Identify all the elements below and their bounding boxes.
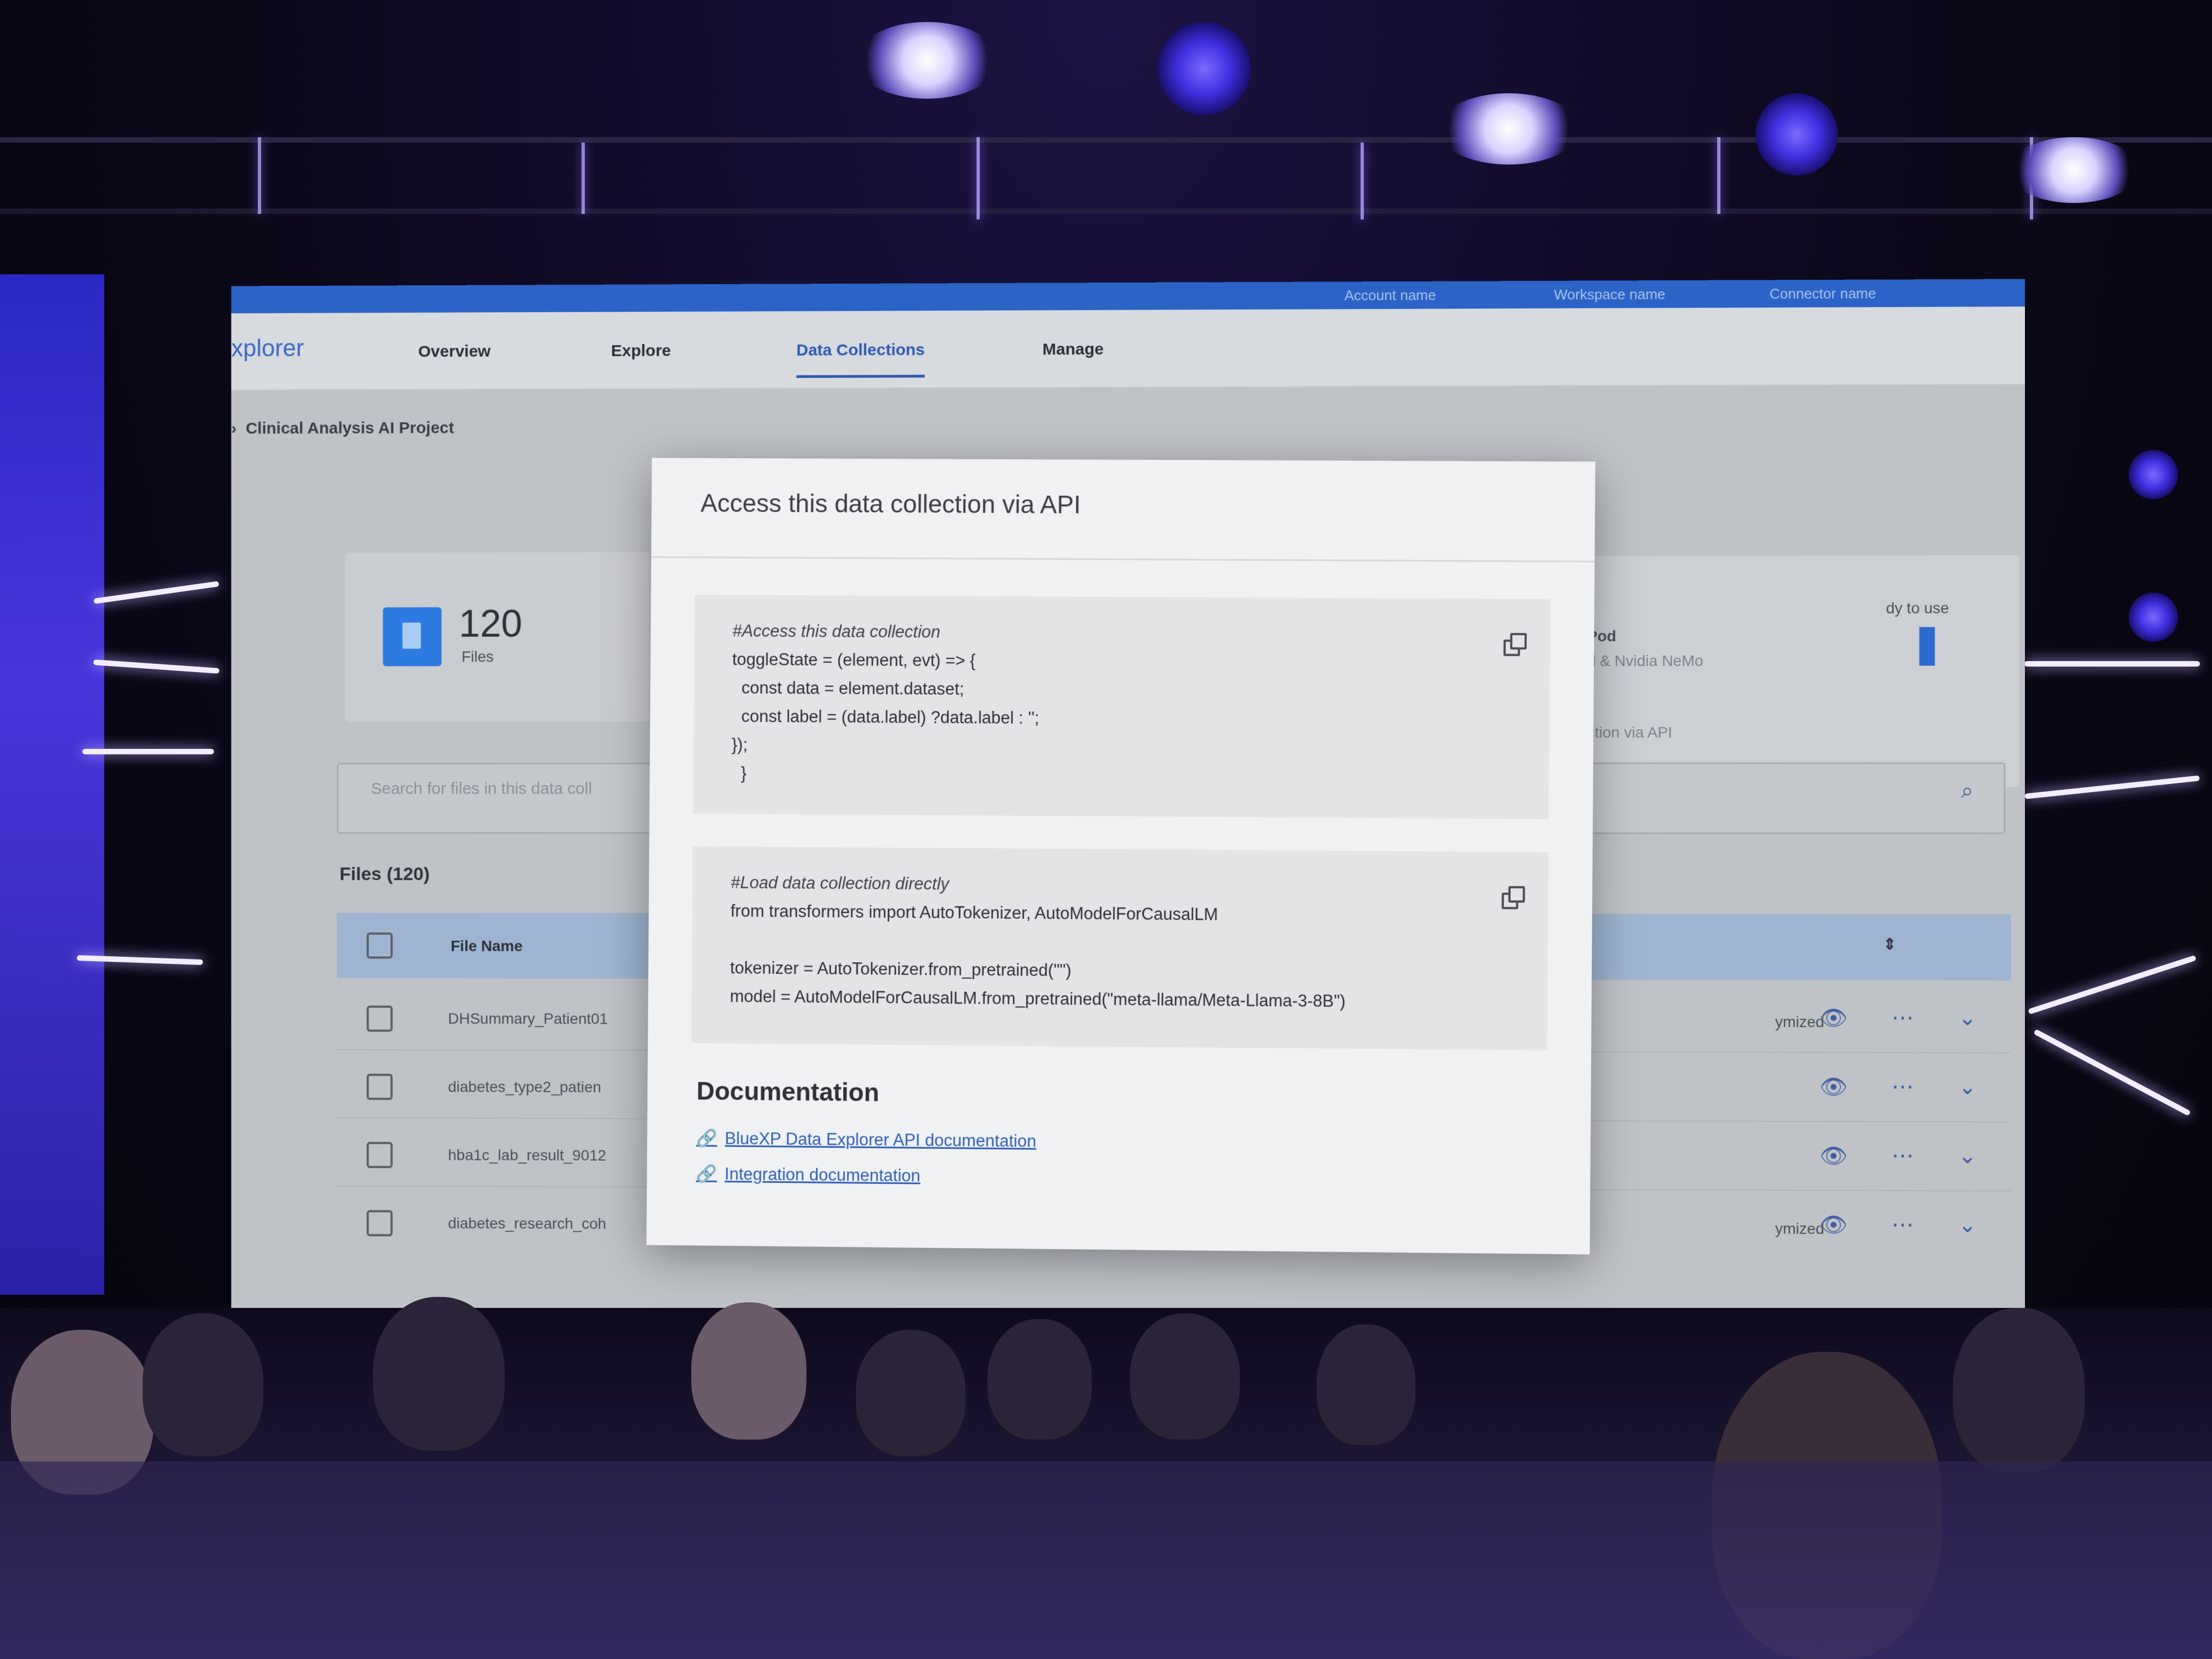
eye-icon[interactable]: 👁 (1819, 1074, 1847, 1100)
code-block-load: #Load data collection directly from tran… (691, 846, 1549, 1051)
files-stat-card: 120 Files (345, 552, 650, 722)
workspace-card: dy to use Pod d & Nvidia NeMo ction via … (1565, 555, 2019, 787)
files-count: 120 (459, 602, 523, 645)
account-name[interactable]: Account name (1345, 287, 1436, 304)
tab-overview[interactable]: Overview (418, 342, 490, 361)
api-docs-link[interactable]: 🔗 BlueXP Data Explorer API documentation (696, 1128, 1036, 1152)
file-icon (382, 607, 442, 667)
modal-title: Access this data collection via API (700, 488, 1081, 519)
more-horizontal-icon[interactable]: ⋯ (1892, 1005, 1914, 1030)
divider (651, 556, 1595, 563)
neon-strip (2024, 661, 2200, 667)
code-comment: #Access this data collection (732, 621, 941, 642)
row-checkbox[interactable] (366, 1210, 393, 1237)
more-horizontal-icon[interactable]: ⋯ (1892, 1212, 1914, 1237)
code-line: from transformers import AutoTokenizer, … (730, 901, 1218, 924)
file-name[interactable]: diabetes_research_coh (448, 1215, 606, 1233)
more-horizontal-icon[interactable]: ⋯ (1892, 1074, 1914, 1099)
files-label: Files (461, 648, 494, 665)
chevron-down-icon[interactable]: ⌄ (1958, 1212, 1977, 1238)
column-file-name[interactable]: File Name (451, 938, 523, 955)
primary-button[interactable] (1919, 627, 1935, 666)
audience (0, 1297, 2212, 1659)
app-brand: xplorer (231, 335, 304, 362)
stage-light (1158, 22, 1251, 115)
more-horizontal-icon[interactable]: ⋯ (1892, 1143, 1914, 1169)
row-checkbox[interactable] (366, 1142, 393, 1169)
tab-manage[interactable]: Manage (1042, 340, 1104, 359)
code-line: }); (731, 735, 748, 754)
nav-bar: xplorer Overview Explore Data Collection… (231, 306, 2025, 391)
file-name[interactable]: DHSummary_Patient01 (448, 1010, 608, 1028)
link-icon: 🔗 (696, 1128, 718, 1148)
row-checkbox[interactable] (366, 1005, 393, 1032)
chevron-down-icon[interactable]: ⌄ (1958, 1074, 1977, 1099)
breadcrumb-current[interactable]: Clinical Analysis AI Project (246, 419, 454, 438)
api-link[interactable]: ction via API (1587, 724, 1672, 741)
stage-light (2008, 137, 2140, 203)
breadcrumb: › Clinical Analysis AI Project (231, 419, 454, 438)
code-line: tokenizer = AutoTokenizer.from_pretraine… (730, 958, 1071, 980)
select-all-checkbox[interactable] (366, 932, 393, 959)
workspace-name[interactable]: Workspace name (1554, 286, 1665, 303)
stage-light (1756, 93, 1838, 176)
code-line: const label = (data.label) ?data.label :… (731, 706, 1040, 728)
link-icon: 🔗 (696, 1164, 718, 1184)
eye-icon[interactable]: 👁 (1819, 1005, 1847, 1031)
sort-icon[interactable]: ⇕ (1883, 935, 1897, 953)
ready-label: dy to use (1886, 599, 1949, 617)
api-access-modal: Access this data collection via API #Acc… (646, 458, 1595, 1255)
stage-light (2129, 450, 2178, 499)
lighting-truss (0, 0, 2212, 642)
integration-docs-link-label[interactable]: Integration documentation (725, 1164, 921, 1185)
chevron-down-icon[interactable]: ⌄ (1958, 1005, 1977, 1030)
code-block-access: #Access this data collection toggleState… (693, 595, 1550, 820)
code-line: toggleState = (element, evt) => { (732, 650, 976, 670)
integration-docs-link[interactable]: 🔗 Integration documentation (696, 1164, 920, 1186)
connector-name[interactable]: Connector name (1770, 285, 1876, 303)
code-line: } (731, 763, 747, 783)
search-icon[interactable]: ⌕ (1961, 779, 1973, 804)
stage-light (1437, 93, 1580, 165)
stage-light (2129, 592, 2178, 642)
copy-icon[interactable] (1503, 633, 1528, 657)
eye-icon[interactable]: 👁 (1819, 1143, 1847, 1169)
chevron-right-icon: › (231, 419, 246, 438)
file-name[interactable]: hba1c_lab_result_9012 (448, 1147, 606, 1165)
neon-strip (82, 749, 214, 754)
tab-data-collections[interactable]: Data Collections (796, 341, 925, 378)
files-heading: Files (120) (339, 864, 430, 885)
code-line: const data = element.dataset; (732, 678, 964, 699)
copy-icon[interactable] (1502, 886, 1526, 910)
pod-subtitle: d & Nvidia NeMo (1587, 652, 1703, 670)
tab-explore[interactable]: Explore (611, 342, 671, 360)
row-status: ymized (1775, 1013, 1825, 1031)
chevron-down-icon[interactable]: ⌄ (1958, 1143, 1977, 1169)
documentation-heading: Documentation (696, 1076, 879, 1107)
row-status: ymized (1775, 1220, 1825, 1238)
code-line: model = AutoModelForCausalLM.from_pretra… (730, 986, 1346, 1011)
api-docs-link-label[interactable]: BlueXP Data Explorer API documentation (725, 1128, 1036, 1150)
side-led-wall (0, 274, 104, 1295)
file-name[interactable]: diabetes_type2_patien (448, 1078, 601, 1096)
row-checkbox[interactable] (366, 1074, 393, 1100)
eye-icon[interactable]: 👁 (1819, 1212, 1847, 1238)
code-comment: #Load data collection directly (730, 872, 950, 894)
stage-light (856, 22, 998, 99)
